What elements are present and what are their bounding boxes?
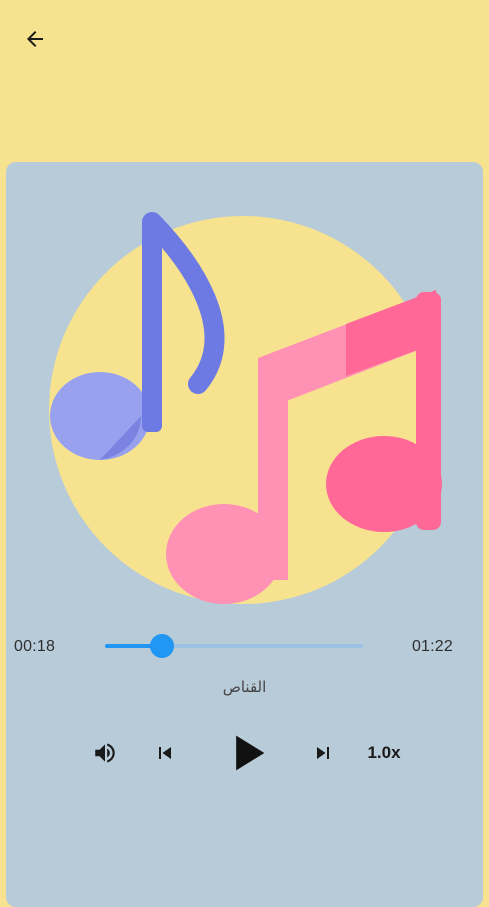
play-icon (236, 735, 265, 771)
volume-icon (95, 743, 115, 763)
previous-button[interactable] (148, 736, 182, 770)
arrow-left-icon (27, 31, 43, 47)
track-title: القناص (222, 678, 267, 696)
player-card: 00:18 01:22 القناص 1.0x (6, 162, 483, 907)
seek-thumb[interactable] (149, 634, 174, 658)
playback-controls: 1.0x (6, 720, 483, 780)
skip-next-icon (317, 747, 329, 759)
top-bar (0, 0, 489, 80)
skip-previous-icon (159, 747, 171, 759)
volume-button[interactable] (88, 736, 122, 770)
playback-speed-button[interactable]: 1.0x (360, 736, 408, 770)
elapsed-time: 00:18 (14, 638, 56, 655)
total-time: 01:22 (411, 638, 453, 655)
music-notes-artwork (49, 212, 442, 604)
back-button[interactable] (14, 18, 56, 60)
seek-slider[interactable] (105, 634, 363, 658)
next-button[interactable] (306, 736, 340, 770)
play-button[interactable] (218, 724, 276, 782)
